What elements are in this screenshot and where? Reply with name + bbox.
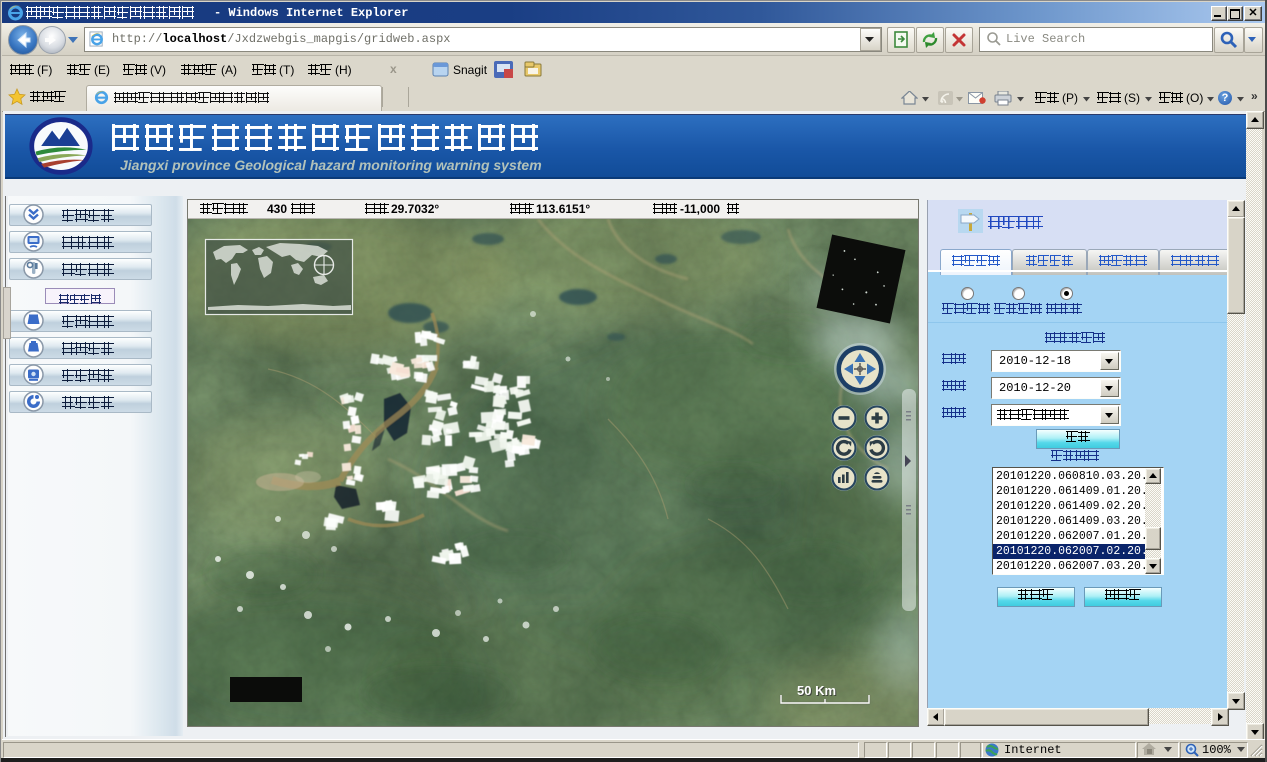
svg-text:50 Km: 50 Km [797,683,836,698]
